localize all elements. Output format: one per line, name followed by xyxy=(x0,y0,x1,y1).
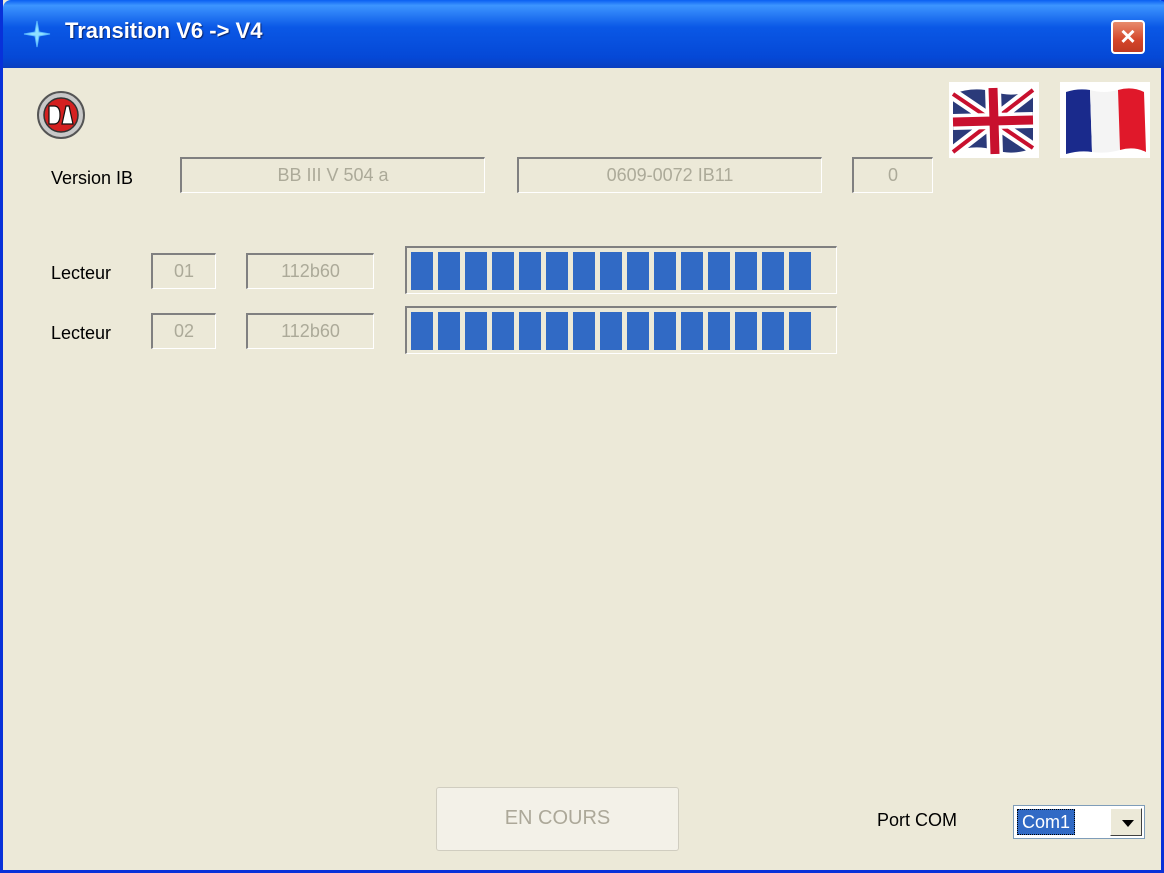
version-label: Version IB xyxy=(51,168,134,188)
window-title: Transition V6 -> V4 xyxy=(65,18,263,43)
progress-segment xyxy=(465,312,487,350)
progress-segment xyxy=(627,312,649,350)
progress-segment xyxy=(546,312,568,350)
progress-segment xyxy=(492,252,514,290)
reader-label: Lecteur xyxy=(51,263,112,283)
reader-id-field: 01 xyxy=(151,253,216,289)
progress-segment xyxy=(681,252,703,290)
progress-segment xyxy=(708,312,730,350)
sparkle-icon xyxy=(23,20,51,48)
progress-segment xyxy=(789,252,811,290)
reader-progress-bar xyxy=(405,246,837,294)
dag-logo xyxy=(37,91,85,139)
close-button[interactable]: × xyxy=(1111,20,1145,54)
version-field-1: BB III V 504 a xyxy=(180,157,485,193)
port-com-select[interactable]: Com1 xyxy=(1013,805,1145,839)
progress-segment xyxy=(735,312,757,350)
progress-segment xyxy=(654,252,676,290)
app-window: Transition V6 -> V4 × Version IB BB III … xyxy=(0,0,1164,873)
progress-segment xyxy=(519,312,541,350)
progress-segment xyxy=(762,252,784,290)
progress-segment xyxy=(411,252,433,290)
progress-segment xyxy=(762,312,784,350)
reader-code-field: 112b60 xyxy=(246,253,374,289)
reader-progress-bar xyxy=(405,306,837,354)
reader-id-field: 02 xyxy=(151,313,216,349)
progress-segment xyxy=(519,252,541,290)
progress-segment xyxy=(438,312,460,350)
progress-segment xyxy=(789,312,811,350)
progress-segment xyxy=(654,312,676,350)
en-cours-button[interactable]: EN COURS xyxy=(436,787,679,851)
title-bar: Transition V6 -> V4 × xyxy=(3,0,1164,68)
version-field-3: 0 xyxy=(852,157,933,193)
reader-code-field: 112b60 xyxy=(246,313,374,349)
port-com-label: Port COM xyxy=(877,810,958,830)
port-com-value: Com1 xyxy=(1017,809,1076,835)
progress-segment xyxy=(465,252,487,290)
progress-segment xyxy=(600,252,622,290)
progress-segment xyxy=(411,312,433,350)
progress-segment xyxy=(438,252,460,290)
progress-segment xyxy=(708,252,730,290)
reader-label: Lecteur xyxy=(51,323,112,343)
chevron-down-icon[interactable] xyxy=(1110,808,1142,836)
progress-segment xyxy=(681,312,703,350)
progress-segment xyxy=(492,312,514,350)
progress-segment xyxy=(600,312,622,350)
france-flag-icon[interactable] xyxy=(1060,82,1150,158)
progress-segment xyxy=(735,252,757,290)
progress-segment xyxy=(546,252,568,290)
version-field-2: 0609-0072 IB11 xyxy=(517,157,822,193)
uk-flag-icon[interactable] xyxy=(949,82,1039,158)
close-icon: × xyxy=(1120,21,1136,51)
progress-segment xyxy=(627,252,649,290)
progress-segment xyxy=(573,312,595,350)
progress-segment xyxy=(573,252,595,290)
